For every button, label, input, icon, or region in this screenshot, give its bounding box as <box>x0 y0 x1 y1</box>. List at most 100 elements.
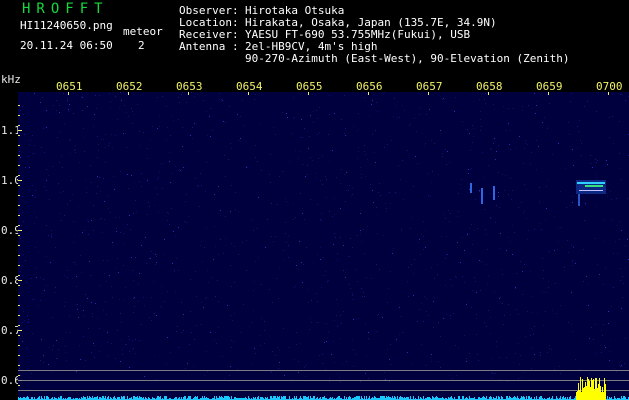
noise-speck <box>352 339 353 340</box>
level-bar <box>225 396 226 400</box>
noise-speck <box>26 282 27 283</box>
noise-speck <box>112 242 113 243</box>
noise-speck <box>157 97 158 98</box>
noise-speck <box>469 228 470 229</box>
noise-speck <box>480 111 481 112</box>
noise-speck <box>503 324 504 325</box>
noise-speck <box>549 251 550 252</box>
meteor-echo-2-core <box>579 190 603 191</box>
noise-speck <box>288 257 289 258</box>
noise-speck <box>110 107 111 108</box>
noise-speck <box>237 114 238 115</box>
level-bar <box>523 396 524 400</box>
noise-speck <box>547 352 548 353</box>
image-filename: HI11240650.png <box>20 19 113 32</box>
freq-minor-tick <box>18 385 20 386</box>
level-bar <box>364 396 365 400</box>
noise-speck <box>28 319 29 320</box>
noise-speck <box>120 171 121 172</box>
noise-speck <box>121 340 122 341</box>
level-bar <box>410 396 411 400</box>
level-bar <box>570 396 571 400</box>
noise-speck <box>361 177 362 178</box>
noise-speck <box>76 264 77 265</box>
noise-speck <box>353 299 354 300</box>
noise-speck <box>539 201 540 202</box>
noise-speck <box>272 351 273 352</box>
noise-speck <box>32 299 33 300</box>
level-bar <box>304 396 305 400</box>
level-bar <box>369 396 370 400</box>
noise-speck <box>433 327 434 328</box>
noise-speck <box>87 220 88 221</box>
noise-speck <box>129 339 130 340</box>
noise-speck <box>243 304 244 305</box>
noise-speck <box>361 288 362 289</box>
noise-speck <box>158 177 159 178</box>
noise-speck <box>79 345 80 346</box>
noise-speck <box>625 100 626 101</box>
noise-speck <box>504 190 505 191</box>
noise-speck <box>445 258 446 259</box>
noise-speck <box>134 182 135 183</box>
level-bar <box>108 396 109 400</box>
noise-speck <box>116 228 117 229</box>
level-bar <box>540 396 541 400</box>
noise-speck <box>123 300 124 301</box>
noise-speck <box>203 100 204 101</box>
noise-speck <box>446 254 447 255</box>
level-bar <box>204 396 205 400</box>
noise-speck <box>298 361 299 362</box>
noise-speck <box>249 326 250 327</box>
noise-speck <box>467 129 468 130</box>
noise-speck <box>167 220 168 221</box>
noise-speck <box>423 221 424 222</box>
noise-speck <box>579 369 580 370</box>
noise-speck <box>67 270 68 271</box>
noise-speck <box>450 315 451 316</box>
level-bar <box>165 396 166 400</box>
noise-speck <box>66 332 67 333</box>
noise-speck <box>622 276 623 277</box>
noise-speck <box>457 216 458 217</box>
noise-speck <box>153 281 154 282</box>
noise-speck <box>264 330 265 331</box>
noise-speck <box>353 319 354 320</box>
meteor-echo-1 <box>493 186 495 200</box>
noise-speck <box>364 145 365 146</box>
noise-speck <box>358 113 359 114</box>
noise-speck <box>606 160 607 161</box>
noise-speck <box>287 117 288 118</box>
noise-speck <box>380 195 381 196</box>
noise-speck <box>135 257 136 258</box>
noise-speck <box>508 123 509 124</box>
noise-speck <box>357 235 358 236</box>
noise-speck <box>564 270 565 271</box>
noise-speck <box>295 285 296 286</box>
noise-speck <box>445 285 446 286</box>
noise-speck <box>466 304 467 305</box>
noise-speck <box>341 323 342 324</box>
level-bar <box>158 396 159 400</box>
level-bar <box>231 396 232 400</box>
freq-minor-tick <box>18 315 20 316</box>
noise-speck <box>237 369 238 370</box>
reference-line <box>18 380 629 381</box>
noise-speck <box>498 145 499 146</box>
noise-speck <box>358 147 359 148</box>
noise-speck <box>620 366 621 367</box>
noise-speck <box>133 298 134 299</box>
noise-speck <box>63 191 64 192</box>
noise-speck <box>121 322 122 323</box>
noise-speck <box>525 336 526 337</box>
noise-speck <box>305 365 306 366</box>
noise-speck <box>130 229 131 230</box>
noise-speck <box>93 343 94 344</box>
noise-speck <box>423 249 424 250</box>
noise-speck <box>18 233 19 234</box>
meteor-echo-2-core <box>577 182 605 184</box>
noise-speck <box>56 100 57 101</box>
noise-speck <box>233 341 234 342</box>
noise-speck <box>506 250 507 251</box>
noise-speck <box>512 225 513 226</box>
